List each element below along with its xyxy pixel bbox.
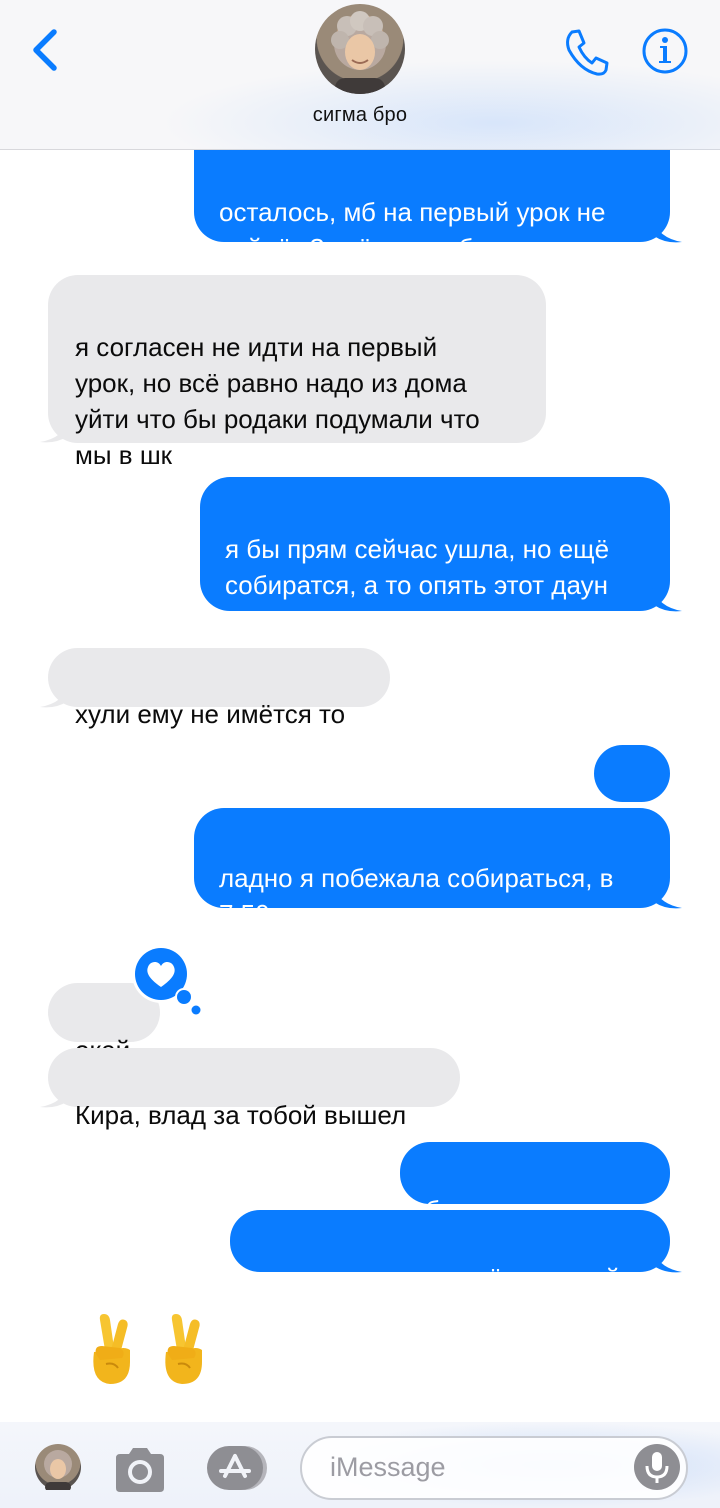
- message-text: надеюсь он не пошёл за мной: [255, 1263, 620, 1293]
- message-bubble-outgoing[interactable]: ладно я побежала собираться, в 7:50 на н…: [194, 808, 670, 929]
- microphone-button[interactable]: [634, 1444, 680, 1490]
- message-input-placeholder: iMessage: [330, 1452, 446, 1482]
- message-bubble-outgoing[interactable]: блять, ну пиздец: [400, 1142, 670, 1225]
- camera-button[interactable]: [112, 1444, 168, 1494]
- contact-name[interactable]: сигма бро: [0, 104, 720, 127]
- heart-reaction[interactable]: [128, 942, 204, 1018]
- crossed-fingers-icon: [165, 1314, 202, 1384]
- heart-icon: [132, 945, 202, 1016]
- message-bubble-incoming[interactable]: хули ему не имётся то: [48, 648, 390, 729]
- message-text: Кира, влад за тобой вышел: [75, 1100, 407, 1130]
- message-text: я согласен не идти на первый урок, но вс…: [75, 332, 480, 470]
- message-bubble-incoming[interactable]: я согласен не идти на первый урок, но вс…: [48, 275, 546, 470]
- emoji-message[interactable]: [80, 1312, 220, 1392]
- contact-avatar[interactable]: [315, 4, 405, 94]
- call-button[interactable]: [560, 26, 612, 78]
- info-button[interactable]: [640, 26, 690, 76]
- message-text: хули ему не имётся то: [75, 699, 346, 729]
- bubble-tail: [652, 1248, 682, 1273]
- message-bubble-outgoing[interactable]: я бы прям сейчас ушла, но ещё собиратся,…: [200, 477, 670, 636]
- phone-icon: [566, 29, 609, 76]
- apps-button[interactable]: [205, 1444, 269, 1492]
- conversation-header: сигма бро: [0, 0, 720, 150]
- message-text: ладно я побежала собираться, в 7:50 на н…: [219, 863, 614, 929]
- crossed-fingers-icon: [93, 1314, 130, 1384]
- bubble-tail: [40, 1083, 70, 1108]
- bubble-tail: [652, 884, 682, 909]
- message-text: осталось, мб на первый урок не пойдём? в…: [219, 197, 606, 263]
- memoji-button[interactable]: [35, 1444, 81, 1492]
- message-input[interactable]: iMessage: [300, 1436, 688, 1500]
- bubble-tail: [652, 218, 682, 243]
- info-icon: [642, 28, 688, 74]
- bubble-tail: [40, 683, 70, 708]
- chevron-left-icon: [33, 29, 57, 71]
- bubble-tail: [652, 587, 682, 612]
- app-store-icon: [207, 1446, 267, 1490]
- message-text: я бы прям сейчас ушла, но ещё собиратся,…: [225, 534, 610, 636]
- microphone-icon: [634, 1444, 680, 1490]
- bubble-tail: [40, 418, 70, 443]
- back-button[interactable]: [26, 24, 66, 76]
- message-bubble-outgoing[interactable]: хз: [594, 745, 670, 825]
- message-bubble-incoming[interactable]: Кира, влад за тобой вышел: [48, 1048, 460, 1130]
- camera-icon: [116, 1448, 164, 1492]
- message-bubble-outgoing[interactable]: надеюсь он не пошёл за мной: [230, 1210, 670, 1293]
